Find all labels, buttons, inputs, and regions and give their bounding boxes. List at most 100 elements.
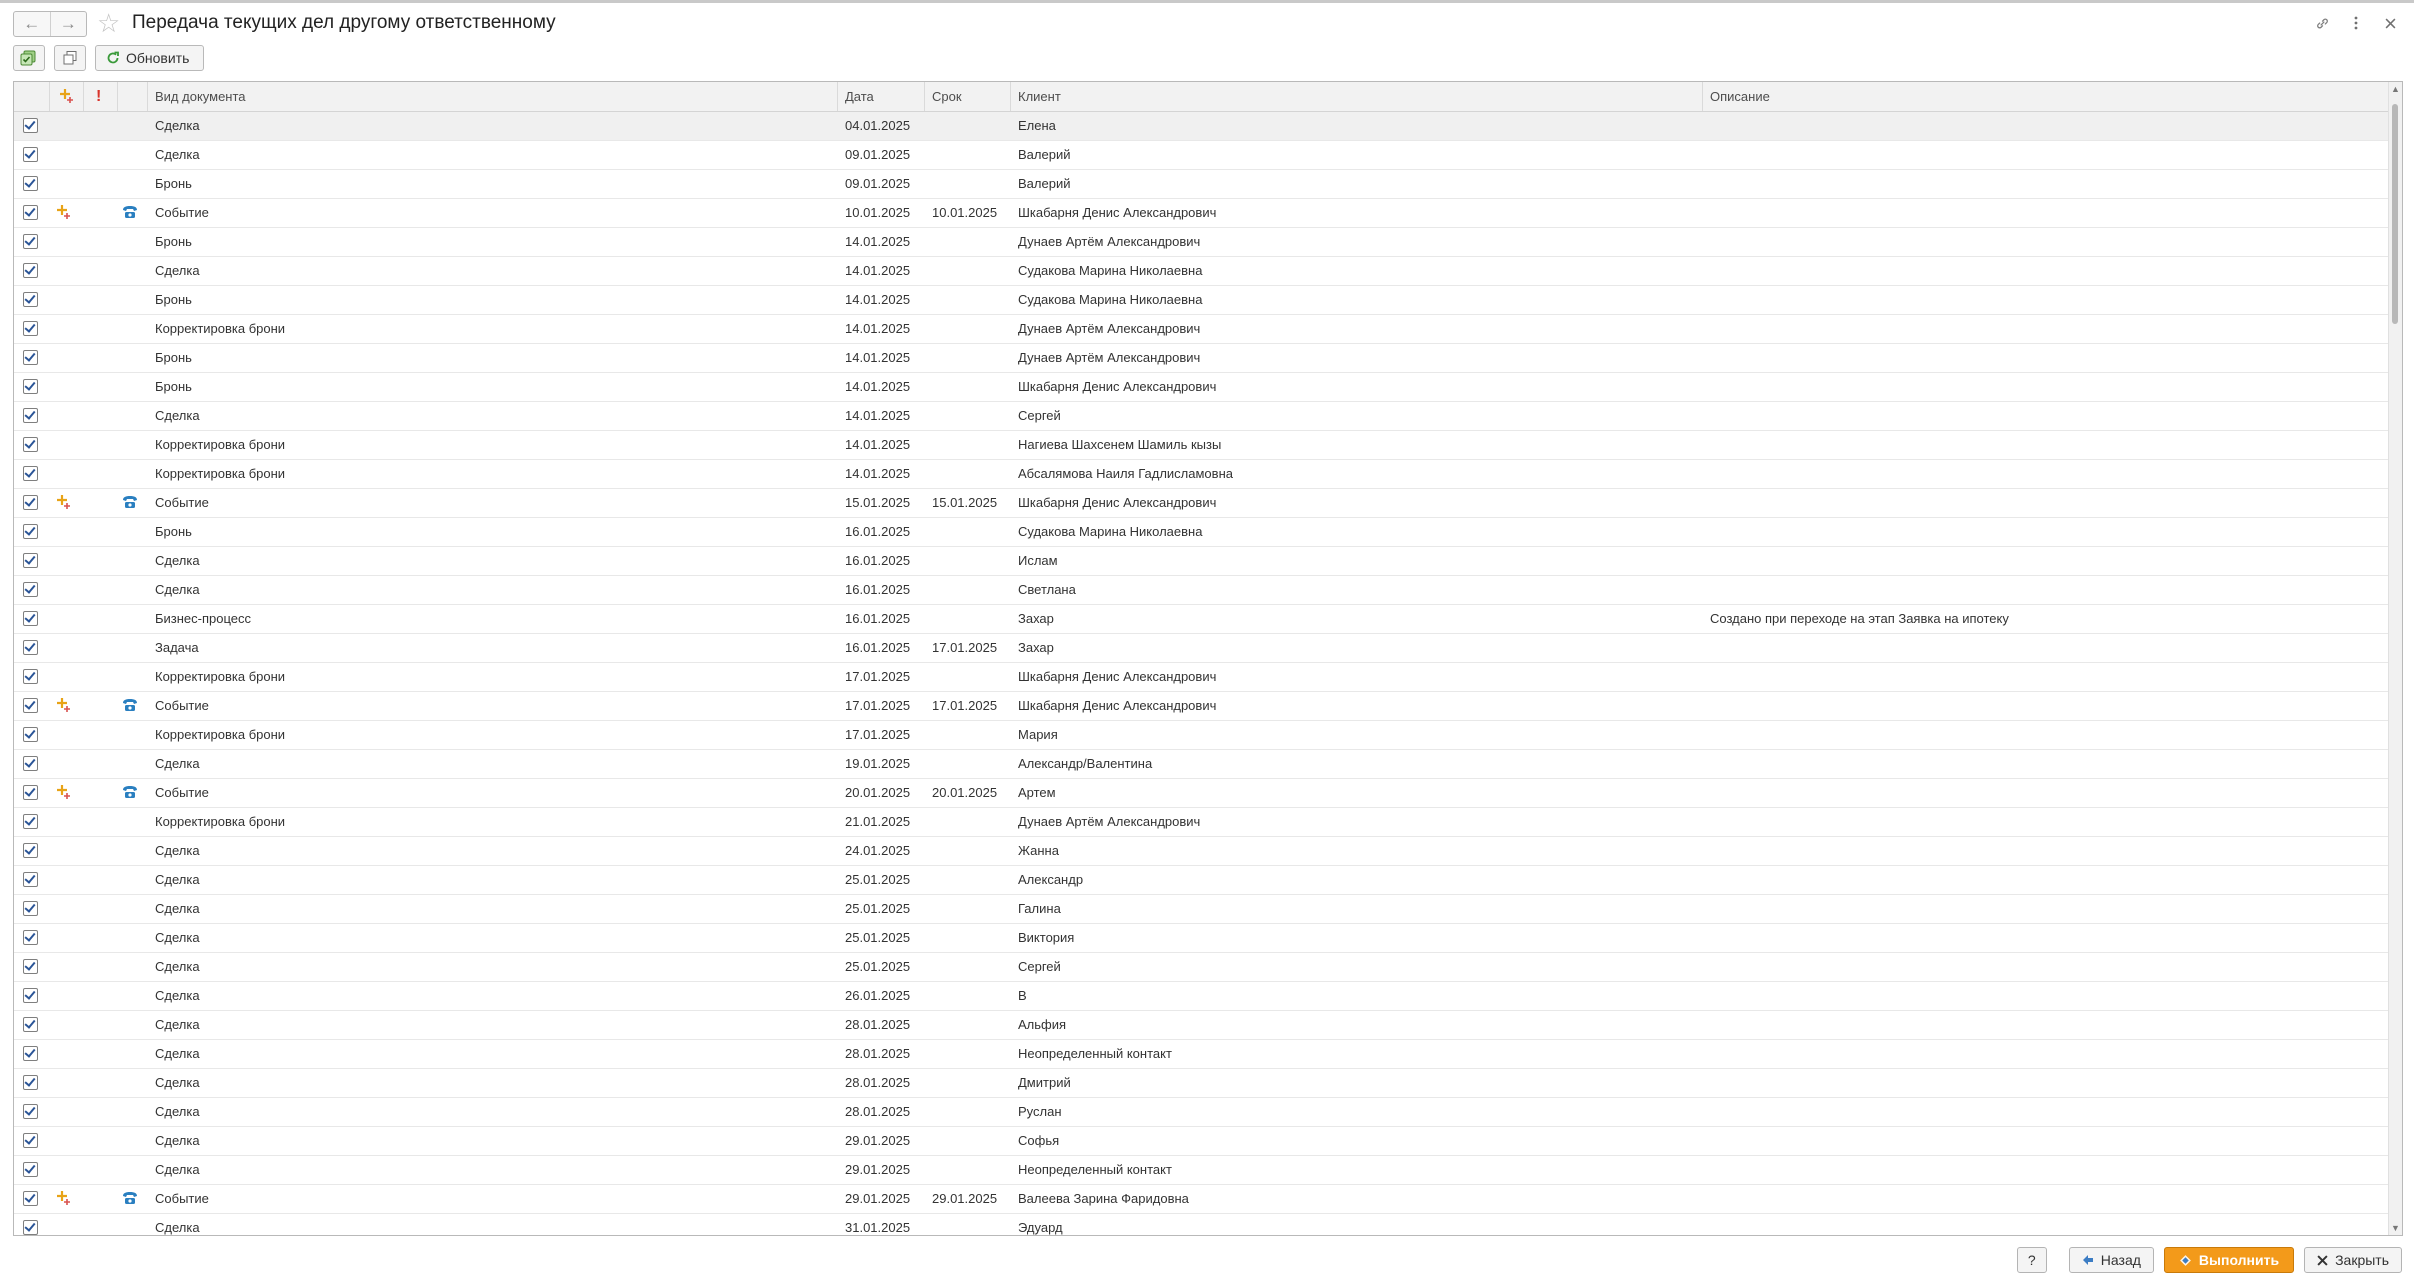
documents-table[interactable]: ! Вид документа Дата Срок Клиент Описани… (13, 81, 2403, 1236)
table-row[interactable]: Корректировка брони 17.01.2025 Шкабарня Де… (14, 663, 2388, 692)
row-checkbox[interactable] (23, 901, 38, 916)
row-checkbox[interactable] (23, 466, 38, 481)
row-checkbox[interactable] (23, 814, 38, 829)
row-checkbox[interactable] (23, 1191, 38, 1206)
table-row[interactable]: Сделка 28.01.2025 Руслан (14, 1098, 2388, 1127)
table-row[interactable]: Сделка 28.01.2025 Неопределенный контакт (14, 1040, 2388, 1069)
scroll-down-icon[interactable]: ▼ (2391, 1223, 2400, 1233)
copy-button[interactable] (54, 45, 86, 71)
row-checkbox[interactable] (23, 640, 38, 655)
row-checkbox[interactable] (23, 988, 38, 1003)
table-row[interactable]: Корректировка брони 14.01.2025 Нагиева Шах… (14, 431, 2388, 460)
row-checkbox[interactable] (23, 524, 38, 539)
row-checkbox[interactable] (23, 1104, 38, 1119)
header-client[interactable]: Клиент (1011, 82, 1703, 111)
row-checkbox[interactable] (23, 756, 38, 771)
header-new-column[interactable] (50, 82, 84, 111)
close-icon[interactable] (2380, 13, 2400, 33)
row-checkbox[interactable] (23, 1133, 38, 1148)
more-menu-icon[interactable] (2346, 13, 2366, 33)
table-row[interactable]: Событие 15.01.2025 15.01.2025 Шкабарня Дени… (14, 489, 2388, 518)
row-checkbox[interactable] (23, 582, 38, 597)
row-checkbox[interactable] (23, 727, 38, 742)
row-checkbox[interactable] (23, 1220, 38, 1235)
scrollbar-thumb[interactable] (2392, 104, 2398, 324)
table-row[interactable]: Событие 10.01.2025 10.01.2025 Шкабарня Дени… (14, 199, 2388, 228)
row-checkbox[interactable] (23, 263, 38, 278)
close-button[interactable]: Закрыть (2304, 1247, 2402, 1273)
forward-arrow-icon[interactable]: → (49, 12, 87, 36)
table-row[interactable]: Сделка 29.01.2025 Неопределенный контакт (14, 1156, 2388, 1185)
header-check-column[interactable] (14, 82, 50, 111)
table-row[interactable]: Сделка 28.01.2025 Дмитрий (14, 1069, 2388, 1098)
row-checkbox[interactable] (23, 843, 38, 858)
table-row[interactable]: Сделка 16.01.2025 Ислам (14, 547, 2388, 576)
table-row[interactable]: Корректировка брони 14.01.2025 Дунаев Артё… (14, 315, 2388, 344)
row-checkbox[interactable] (23, 176, 38, 191)
scroll-up-icon[interactable]: ▲ (2391, 84, 2400, 94)
row-checkbox[interactable] (23, 669, 38, 684)
table-row[interactable]: Корректировка брони 14.01.2025 Абсалямова … (14, 460, 2388, 489)
mark-all-button[interactable] (13, 45, 45, 71)
link-icon[interactable] (2312, 13, 2332, 33)
row-checkbox[interactable] (23, 147, 38, 162)
table-row[interactable]: Сделка 31.01.2025 Эдуард (14, 1214, 2388, 1235)
row-checkbox[interactable] (23, 495, 38, 510)
row-checkbox[interactable] (23, 234, 38, 249)
row-checkbox[interactable] (23, 872, 38, 887)
header-document-type[interactable]: Вид документа (148, 82, 838, 111)
table-row[interactable]: Сделка 26.01.2025 В (14, 982, 2388, 1011)
help-button[interactable]: ? (2016, 1247, 2047, 1273)
header-type-icon-column[interactable] (118, 82, 148, 111)
table-row[interactable]: Сделка 09.01.2025 Валерий (14, 141, 2388, 170)
row-checkbox[interactable] (23, 698, 38, 713)
row-checkbox[interactable] (23, 292, 38, 307)
row-checkbox[interactable] (23, 959, 38, 974)
row-checkbox[interactable] (23, 1075, 38, 1090)
table-row[interactable]: Сделка 25.01.2025 Галина (14, 895, 2388, 924)
header-important-column[interactable]: ! (84, 82, 118, 111)
table-row[interactable]: Бронь 14.01.2025 Судакова Марина Николаевн… (14, 286, 2388, 315)
table-row[interactable]: Сделка 25.01.2025 Александр (14, 866, 2388, 895)
row-checkbox[interactable] (23, 930, 38, 945)
table-row[interactable]: Бронь 14.01.2025 Дунаев Артём Александрови… (14, 228, 2388, 257)
row-checkbox[interactable] (23, 437, 38, 452)
row-checkbox[interactable] (23, 611, 38, 626)
table-row[interactable]: Корректировка брони 17.01.2025 Мария (14, 721, 2388, 750)
row-checkbox[interactable] (23, 1162, 38, 1177)
vertical-scrollbar[interactable]: ▲ ▼ (2388, 82, 2402, 1235)
table-row[interactable]: Сделка 14.01.2025 Сергей (14, 402, 2388, 431)
refresh-button[interactable]: Обновить (95, 45, 205, 71)
favorite-star-icon[interactable]: ☆ (97, 10, 120, 36)
row-checkbox[interactable] (23, 1046, 38, 1061)
table-row[interactable]: Сделка 29.01.2025 Софья (14, 1127, 2388, 1156)
execute-button[interactable]: Выполнить (2163, 1247, 2295, 1273)
table-row[interactable]: Событие 20.01.2025 20.01.2025 Артем (14, 779, 2388, 808)
table-row[interactable]: Бизнес-процесс 16.01.2025 Захар Создано при… (14, 605, 2388, 634)
row-checkbox[interactable] (23, 553, 38, 568)
table-row[interactable]: Событие 29.01.2025 29.01.2025 Валеева Зарин… (14, 1185, 2388, 1214)
row-checkbox[interactable] (23, 321, 38, 336)
table-row[interactable]: Сделка 04.01.2025 Елена (14, 112, 2388, 141)
table-row[interactable]: Сделка 25.01.2025 Виктория (14, 924, 2388, 953)
header-date[interactable]: Дата (838, 82, 925, 111)
row-checkbox[interactable] (23, 408, 38, 423)
table-row[interactable]: Сделка 28.01.2025 Альфия (14, 1011, 2388, 1040)
row-checkbox[interactable] (23, 379, 38, 394)
table-row[interactable]: Сделка 19.01.2025 Александр/Валентина (14, 750, 2388, 779)
row-checkbox[interactable] (23, 205, 38, 220)
header-description[interactable]: Описание (1703, 82, 2388, 111)
row-checkbox[interactable] (23, 1017, 38, 1032)
row-checkbox[interactable] (23, 350, 38, 365)
header-due-date[interactable]: Срок (925, 82, 1011, 111)
table-row[interactable]: Событие 17.01.2025 17.01.2025 Шкабарня Дени… (14, 692, 2388, 721)
table-row[interactable]: Сделка 16.01.2025 Светлана (14, 576, 2388, 605)
table-row[interactable]: Задача 16.01.2025 17.01.2025 Захар (14, 634, 2388, 663)
table-row[interactable]: Сделка 25.01.2025 Сергей (14, 953, 2388, 982)
back-button[interactable]: Назад (2068, 1247, 2154, 1273)
table-row[interactable]: Бронь 09.01.2025 Валерий (14, 170, 2388, 199)
table-row[interactable]: Сделка 14.01.2025 Судакова Марина Николаев… (14, 257, 2388, 286)
table-row[interactable]: Корректировка брони 21.01.2025 Дунаев Артё… (14, 808, 2388, 837)
row-checkbox[interactable] (23, 118, 38, 133)
table-row[interactable]: Бронь 16.01.2025 Судакова Марина Николаевн… (14, 518, 2388, 547)
